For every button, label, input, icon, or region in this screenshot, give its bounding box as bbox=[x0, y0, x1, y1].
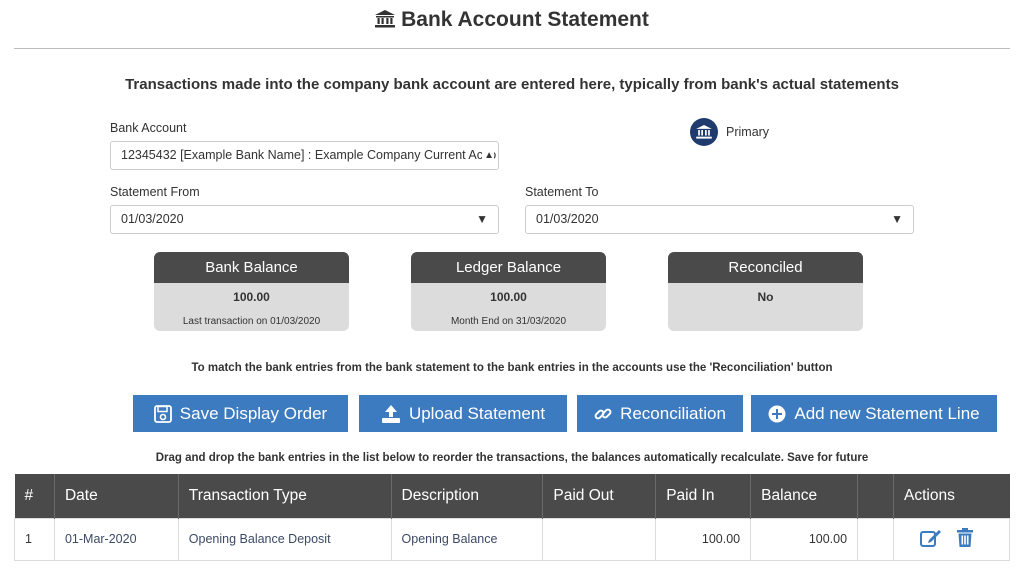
reconciled-card: Reconciled No bbox=[668, 252, 863, 331]
page-title-text: Bank Account Statement bbox=[401, 8, 649, 31]
trash-icon[interactable] bbox=[956, 527, 974, 551]
ledger-balance-card: Ledger Balance 100.00 Month End on 31/03… bbox=[411, 252, 606, 331]
bank-balance-card: Bank Balance 100.00 Last transaction on … bbox=[154, 252, 349, 331]
card-subtext: Last transaction on 01/03/2020 bbox=[182, 316, 321, 327]
card-value: No bbox=[757, 290, 774, 304]
card-title: Bank Balance bbox=[154, 252, 349, 283]
title-divider bbox=[14, 48, 1010, 49]
dropdown-arrow-icon: ▼ bbox=[476, 212, 488, 226]
bank-icon bbox=[690, 118, 718, 146]
column-header-date[interactable]: Date bbox=[54, 474, 179, 518]
primary-label: Primary bbox=[726, 125, 770, 139]
bank-account-value: 12345432 [Example Bank Name] : Example C… bbox=[121, 148, 497, 162]
intro-text: Transactions made into the company bank … bbox=[125, 76, 899, 93]
row-date: 01-Mar-2020 bbox=[53, 517, 179, 561]
link-icon bbox=[594, 405, 612, 423]
save-display-order-label: Save Display Order bbox=[179, 403, 328, 423]
save-icon bbox=[153, 404, 172, 423]
transactions-table: # Date Transaction Type Description Paid… bbox=[14, 474, 1010, 561]
card-value: 100.00 bbox=[490, 290, 527, 304]
plus-circle-icon bbox=[768, 405, 786, 423]
statement-to-value: 01/03/2020 bbox=[536, 212, 599, 226]
column-header-balance[interactable]: Balance bbox=[750, 474, 859, 518]
column-header-description[interactable]: Description bbox=[391, 474, 544, 518]
updown-arrow-icon: ▲ bbox=[482, 142, 494, 169]
drag-hint: Drag and drop the bank entries in the li… bbox=[155, 452, 869, 464]
bank-icon bbox=[375, 10, 396, 34]
row-paid-in: 100.00 bbox=[655, 517, 752, 561]
reconciliation-label: Reconciliation bbox=[620, 403, 726, 423]
upload-statement-label: Upload Statement bbox=[408, 403, 546, 423]
statement-to-label: Statement To bbox=[525, 185, 599, 199]
statement-from-select[interactable]: 01/03/2020 ▼ bbox=[110, 205, 499, 234]
card-value: 100.00 bbox=[233, 290, 270, 304]
bank-account-label: Bank Account bbox=[110, 121, 187, 135]
add-statement-line-label: Add new Statement Line bbox=[794, 403, 980, 423]
column-header-actions: Actions bbox=[893, 474, 1010, 518]
statement-to-select[interactable]: 01/03/2020 ▼ bbox=[525, 205, 914, 234]
column-header-paid-in[interactable]: Paid In bbox=[655, 474, 752, 518]
row-transaction-type: Opening Balance Deposit bbox=[177, 517, 392, 561]
row-actions bbox=[893, 517, 1010, 561]
edit-icon[interactable] bbox=[920, 528, 942, 551]
upload-statement-button[interactable]: Upload Statement bbox=[359, 395, 567, 432]
statement-from-label: Statement From bbox=[110, 185, 200, 199]
card-subtext: Month End on 31/03/2020 bbox=[450, 316, 567, 327]
reconciliation-button[interactable]: Reconciliation bbox=[577, 395, 743, 432]
row-number: 1 bbox=[14, 517, 55, 561]
row-balance: 100.00 bbox=[750, 517, 859, 561]
reconcile-hint: To match the bank entries from the bank … bbox=[191, 362, 833, 374]
column-header-paid-out[interactable]: Paid Out bbox=[542, 474, 657, 518]
column-header-transaction-type[interactable]: Transaction Type bbox=[178, 474, 392, 518]
save-display-order-button[interactable]: Save Display Order bbox=[133, 395, 348, 432]
row-description: Opening Balance bbox=[390, 517, 544, 561]
primary-indicator: Primary bbox=[690, 118, 769, 146]
page-title: Bank Account Statement bbox=[0, 8, 1024, 34]
upload-icon bbox=[381, 404, 401, 424]
bank-account-select[interactable]: 12345432 [Example Bank Name] : Example C… bbox=[110, 141, 499, 170]
card-title: Reconciled bbox=[668, 252, 863, 283]
row-paid-out bbox=[542, 517, 657, 561]
table-row[interactable]: 1 01-Mar-2020 Opening Balance Deposit Op… bbox=[14, 517, 1010, 561]
add-statement-line-button[interactable]: Add new Statement Line bbox=[751, 395, 997, 432]
row-blank-cell bbox=[857, 517, 894, 561]
card-title: Ledger Balance bbox=[411, 252, 606, 283]
statement-from-value: 01/03/2020 bbox=[121, 212, 184, 226]
column-header-number: # bbox=[14, 474, 55, 518]
table-header-row: # Date Transaction Type Description Paid… bbox=[14, 474, 1010, 518]
dropdown-arrow-icon: ▼ bbox=[891, 212, 903, 226]
column-header-blank bbox=[857, 474, 894, 518]
